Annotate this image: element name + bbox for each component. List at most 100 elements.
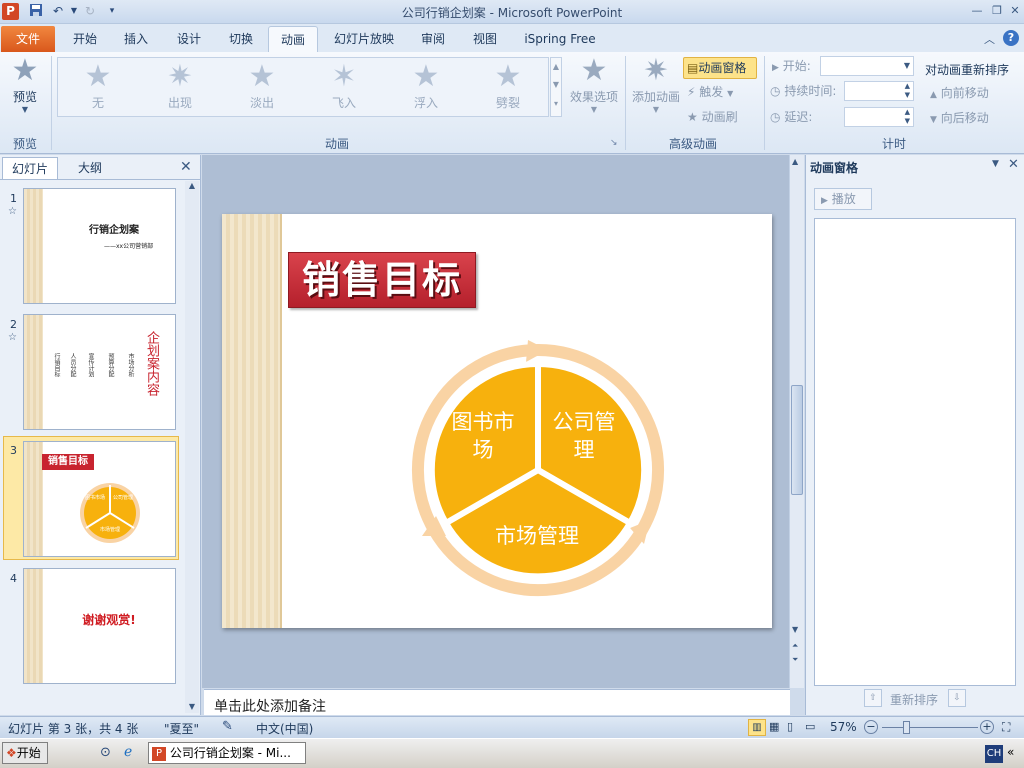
quick-launch-icon[interactable]: ⊙ [100, 745, 111, 760]
panel-scrollbar[interactable]: ▲ ▼ [185, 181, 199, 713]
start-button[interactable]: ❖开始 [2, 742, 48, 764]
animation-pane: 动画窗格 ▼ ✕ ▶ 播放 ⇧ 重新排序 ⇩ [805, 155, 1024, 715]
help-up-icon[interactable]: ︿ [984, 31, 995, 47]
close-button[interactable]: ✕ [1006, 2, 1024, 20]
zoom-in-icon[interactable]: + [980, 720, 994, 734]
tab-slides[interactable]: 幻灯片 [2, 157, 58, 179]
slide-number: 1 [10, 192, 17, 205]
scroll-thumb[interactable] [791, 385, 803, 495]
slide-title[interactable]: 销售目标 [288, 252, 476, 308]
gallery-scroll[interactable]: ▲ ▼ ▾ [550, 57, 562, 117]
slide-number: 2 [10, 318, 17, 331]
reorder-title: 对动画重新排序 [925, 63, 1010, 77]
slide-thumbnail-2[interactable]: 企划案内容 行销目标 人员分配 宣传计划 预算分配 市场分析 [23, 314, 176, 430]
tab-home[interactable]: 开始 [62, 26, 108, 52]
slide-thumbnail-3[interactable]: 销售目标 图书市场 公司管理 市场管理 [23, 441, 176, 557]
move-earlier-button[interactable]: ▲ 向前移动 [930, 83, 1020, 103]
effect-options-button[interactable]: ★ 效果选项 ▼ [566, 54, 622, 115]
tab-transitions[interactable]: 切换 [218, 26, 264, 52]
restore-button[interactable]: ❐ [988, 2, 1006, 20]
notes-pane[interactable]: 单击此处添加备注 [204, 689, 790, 715]
group-label-preview: 预览 [12, 137, 37, 151]
taskbar-powerpoint-button[interactable]: P 公司行销企划案 - Mi... [148, 742, 306, 764]
tab-file[interactable]: 文件 [1, 26, 55, 52]
trigger-dropdown-icon: ▼ [727, 89, 734, 98]
fit-to-window-icon[interactable]: ⛶ [1002, 720, 1010, 735]
slide-sorter-icon[interactable]: ▦ [769, 720, 779, 733]
gallery-more-icon[interactable]: ▾ [551, 94, 561, 114]
delay-spinner[interactable]: ▲ ▼ [844, 107, 914, 127]
tab-review[interactable]: 审阅 [410, 26, 456, 52]
start-dropdown-icon[interactable]: ▼ [904, 57, 910, 75]
gallery-item-fade[interactable]: ★ 淡出 [232, 60, 292, 114]
gallery-down-icon[interactable]: ▼ [551, 76, 561, 94]
reorder-down-icon[interactable]: ⇩ [948, 689, 966, 707]
reorder-up-icon[interactable]: ⇧ [864, 689, 882, 707]
ribbon: ★ 预览 ▼ 预览 ★ 无 ✷ 出现 ★ 淡出 ✶ 飞入 ★ 浮入 ★ 劈裂 ▲ ▼ ▾ ★… [0, 52, 1024, 154]
reorder-label: 重新排序 [890, 693, 939, 707]
close-pane-icon[interactable]: ✕ [1008, 157, 1019, 172]
ribbon-tabs: 文件 开始 插入 设计 切换 动画 幻灯片放映 审阅 视图 iSpring Fr… [0, 24, 1024, 52]
spellcheck-icon[interactable]: ✎ [222, 719, 233, 734]
scroll-down-icon[interactable]: ▼ [792, 625, 798, 634]
next-slide-icon[interactable]: ⏷ [792, 655, 798, 665]
tab-animations[interactable]: 动画 [268, 26, 318, 52]
tab-slideshow[interactable]: 幻灯片放映 [327, 26, 401, 52]
play-icon: ▶ [821, 196, 828, 206]
start-select[interactable]: ▼ [820, 56, 914, 76]
gallery-up-icon[interactable]: ▲ [551, 58, 561, 76]
animation-list[interactable] [814, 218, 1016, 686]
tab-design[interactable]: 设计 [166, 26, 212, 52]
thumb-title-box: 销售目标 [42, 454, 94, 470]
scroll-up-icon[interactable]: ▲ [185, 181, 199, 190]
duration-spinner[interactable]: ▲ ▼ [844, 81, 914, 101]
minimize-button[interactable]: — [968, 2, 986, 20]
spinner-arrows-icon[interactable]: ▲ ▼ [905, 108, 910, 126]
os-taskbar: ❖开始 ⊙ ℯ P 公司行销企划案 - Mi... CH « [0, 738, 1024, 768]
play-button[interactable]: ▶ 播放 [814, 188, 872, 210]
ime-indicator[interactable]: CH [985, 745, 1003, 763]
scroll-down-icon[interactable]: ▼ [185, 702, 199, 711]
slide-thumbnail-4[interactable]: 谢谢观赏! [23, 568, 176, 684]
gallery-item-none[interactable]: ★ 无 [68, 60, 128, 114]
thumb-thanks-title: 谢谢观赏! [82, 613, 136, 627]
preview-button[interactable]: ★ 预览 ▼ [4, 54, 46, 115]
cycle-diagram[interactable] [408, 340, 668, 600]
scroll-up-icon[interactable]: ▲ [792, 157, 798, 166]
zoom-slider-track[interactable] [882, 727, 978, 728]
tray-expand-icon[interactable]: « [1007, 745, 1014, 759]
start-icon: ▶ [772, 63, 779, 73]
reading-view-icon[interactable]: ▯ [787, 720, 793, 733]
gallery-item-fly-in[interactable]: ✶ 飞入 [314, 60, 374, 114]
slideshow-icon[interactable]: ▭ [805, 720, 815, 733]
previous-slide-icon[interactable]: ⏶ [792, 641, 798, 651]
animation-pane-button[interactable]: ▤动画窗格 [683, 57, 757, 79]
tab-view[interactable]: 视图 [462, 26, 508, 52]
help-icon[interactable]: ? [1003, 30, 1019, 46]
move-later-button[interactable]: ▼ 向后移动 [930, 108, 1020, 128]
dialog-launcher-icon[interactable]: ↘ [610, 138, 618, 148]
painter-icon: ★ [687, 110, 698, 124]
trigger-button[interactable]: ⚡ 触发 ▼ [687, 82, 757, 102]
notes-placeholder: 单击此处添加备注 [214, 699, 326, 715]
browser-icon[interactable]: ℯ [124, 744, 132, 760]
language-indicator[interactable]: 中文(中国) [256, 720, 313, 737]
gallery-item-appear[interactable]: ✷ 出现 [150, 60, 210, 114]
pane-menu-icon[interactable]: ▼ [992, 159, 999, 169]
spinner-arrows-icon[interactable]: ▲ ▼ [905, 82, 910, 100]
slide-vertical-scrollbar[interactable]: ▲ ▼ ⏶ ⏷ [789, 155, 804, 688]
gallery-item-float-in[interactable]: ★ 浮入 [396, 60, 456, 114]
zoom-out-icon[interactable]: − [864, 720, 878, 734]
tab-ispring[interactable]: iSpring Free [518, 26, 602, 52]
slide-thumbnail-1[interactable]: 行销企划案 ——xx公司营销部 [23, 188, 176, 304]
zoom-slider-thumb[interactable] [903, 721, 910, 734]
tab-outline[interactable]: 大纲 [62, 157, 118, 179]
tab-insert[interactable]: 插入 [113, 26, 159, 52]
close-panel-icon[interactable]: ✕ [180, 159, 192, 175]
normal-view-icon[interactable]: ▥ [748, 719, 766, 736]
theme-name[interactable]: "夏至" [164, 720, 199, 737]
animation-painter-button[interactable]: ★ 动画刷 [687, 107, 757, 127]
add-animation-button[interactable]: ✷ 添加动画 ▼ [628, 54, 684, 115]
gallery-item-split[interactable]: ★ 劈裂 [478, 60, 538, 114]
zoom-level[interactable]: 57% [830, 720, 857, 734]
